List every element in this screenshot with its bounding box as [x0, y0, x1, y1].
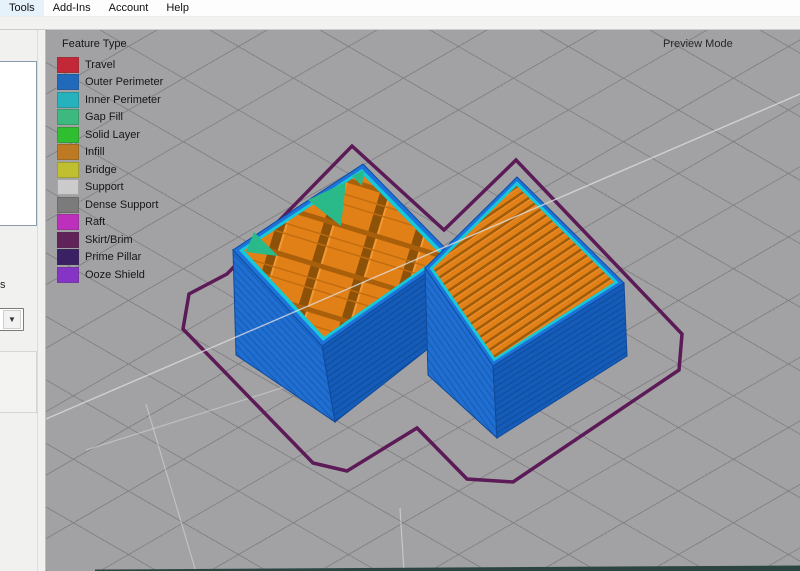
legend-item-bridge: Bridge	[57, 161, 163, 179]
legend-item-prime-pillar: Prime Pillar	[57, 249, 163, 267]
legend-color-swatch	[57, 179, 79, 195]
legend-label: Support	[85, 181, 124, 193]
menu-item-add-ins[interactable]: Add-Ins	[44, 0, 100, 16]
panel-dropdown[interactable]: ▼	[0, 308, 24, 331]
menu-item-tools[interactable]: Tools	[0, 0, 44, 16]
legend-item-skirt-brim: Skirt/Brim	[57, 231, 163, 249]
legend-label: Inner Perimeter	[85, 94, 161, 106]
chevron-down-icon[interactable]: ▼	[3, 310, 21, 329]
legend-label: Skirt/Brim	[85, 234, 133, 246]
legend-color-swatch	[57, 232, 79, 248]
legend-color-swatch	[57, 144, 79, 160]
legend-label: Bridge	[85, 164, 117, 176]
legend-item-infill: Infill	[57, 144, 163, 162]
process-list-box[interactable]	[0, 61, 37, 226]
legend-label: Travel	[85, 59, 115, 71]
legend-label: Raft	[85, 216, 105, 228]
model-cube-right[interactable]	[425, 177, 627, 438]
menu-bar: ToolsAdd-InsAccountHelp	[0, 0, 800, 17]
legend-item-inner-perimeter: Inner Perimeter	[57, 91, 163, 109]
menu-item-help[interactable]: Help	[157, 0, 198, 16]
preview-3d-viewport[interactable]: Feature Type Travel Outer Perimeter Inner …	[46, 30, 800, 571]
legend-color-swatch	[57, 249, 79, 265]
legend-color-swatch	[57, 127, 79, 143]
legend-color-swatch	[57, 267, 79, 283]
bed-edge-line-bottom	[400, 508, 404, 571]
preview-mode-label: Preview Mode	[663, 38, 733, 50]
legend-label: Gap Fill	[85, 111, 123, 123]
legend-color-swatch	[57, 162, 79, 178]
legend-label: Outer Perimeter	[85, 76, 163, 88]
legend-color-swatch	[57, 74, 79, 90]
panel-group-box	[0, 351, 37, 413]
legend-label: Infill	[85, 146, 105, 158]
model-cube-left[interactable]	[233, 164, 457, 422]
left-panel: s ▼	[0, 30, 46, 571]
legend-color-swatch	[57, 92, 79, 108]
legend-item-outer-perimeter: Outer Perimeter	[57, 74, 163, 92]
panel-divider	[37, 30, 38, 571]
legend-label: Prime Pillar	[85, 251, 141, 263]
legend-color-swatch	[57, 109, 79, 125]
bed-edge-line-left	[146, 404, 196, 571]
legend-title: Feature Type	[62, 38, 163, 50]
legend-item-ooze-shield: Ooze Shield	[57, 266, 163, 284]
menu-item-account[interactable]: Account	[100, 0, 158, 16]
legend-item-raft: Raft	[57, 214, 163, 232]
panel-truncated-label: s	[0, 279, 6, 291]
legend-item-dense-support: Dense Support	[57, 196, 163, 214]
feature-type-legend: Feature Type Travel Outer Perimeter Inner …	[57, 38, 163, 284]
legend-item-support: Support	[57, 179, 163, 197]
feature-legend-items: Travel Outer Perimeter Inner Perimeter Gap …	[57, 56, 163, 284]
toolbar-strip	[0, 17, 800, 30]
legend-color-swatch	[57, 57, 79, 73]
legend-item-travel: Travel	[57, 56, 163, 74]
legend-label: Solid Layer	[85, 129, 140, 141]
legend-color-swatch	[57, 214, 79, 230]
legend-label: Dense Support	[85, 199, 158, 211]
legend-item-gap-fill: Gap Fill	[57, 109, 163, 127]
bed-front-edge	[95, 566, 800, 571]
legend-item-solid-layer: Solid Layer	[57, 126, 163, 144]
legend-color-swatch	[57, 197, 79, 213]
legend-label: Ooze Shield	[85, 269, 145, 281]
